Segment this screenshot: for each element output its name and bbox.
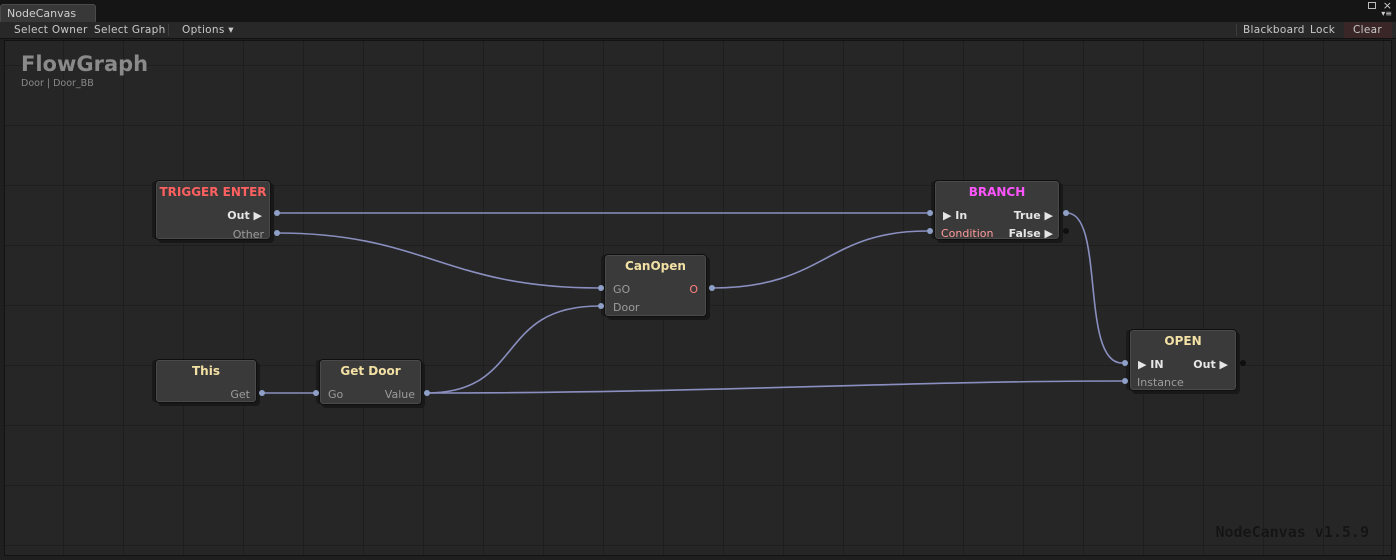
wire-getdoor-value-to-canopen-door[interactable] [426,305,600,394]
window-menu-icon[interactable]: ▾≡ [1381,10,1392,18]
graph-canvas[interactable]: FlowGraph Door | Door_BB TRIGGER ENTER O… [4,40,1392,556]
nodecanvas-window: NodeCanvas × ▾≡ Select Owner Select Grap… [0,0,1396,560]
wire-branch-true-to-open-in[interactable] [1066,212,1123,364]
node-title: Get Door [340,364,401,378]
port-out: Out ▶ [227,209,262,222]
title-bar: NodeCanvas × ▾≡ [0,0,1396,23]
port-condition: Condition [941,227,994,240]
node-branch[interactable]: BRANCH ▶ In Condition True ▶ False ▶ [934,180,1060,240]
options-dropdown[interactable]: Options ▾ [176,22,240,38]
port-false: False ▶ [1008,227,1053,240]
port-instance: Instance [1137,376,1184,389]
window-tab[interactable]: NodeCanvas [0,4,96,22]
port-handle-value[interactable] [424,390,430,396]
port-handle-instance[interactable] [1122,378,1128,384]
port-go: Go [328,388,344,401]
port-handle-in[interactable] [1122,360,1128,366]
toolbar: Select Owner Select Graph Options ▾ Blac… [0,22,1396,39]
node-title: OPEN [1164,334,1202,348]
port-handle-result[interactable] [709,285,715,291]
port-result: O [689,283,698,296]
node-title: This [192,364,220,378]
port-true: True ▶ [1013,209,1053,222]
node-title: BRANCH [968,185,1026,199]
select-owner-button[interactable]: Select Owner [8,22,94,38]
port-handle-get[interactable] [259,390,265,396]
port-value: Value [384,388,415,401]
node-trigger-enter[interactable]: TRIGGER ENTER Out ▶ Other [155,180,271,241]
port-handle-false[interactable] [1063,228,1069,234]
version-watermark: NodeCanvas v1.5.9 [1215,523,1369,541]
port-in: ▶ In [943,209,968,222]
node-can-open[interactable]: CanOpen GO Door O [604,254,707,317]
port-handle-true[interactable] [1063,210,1069,216]
wire-canopen-out-to-branch-condition[interactable] [711,230,928,289]
port-door: Door [613,301,640,314]
port-in: ▶ IN [1138,358,1164,371]
node-title: CanOpen [625,259,686,273]
port-handle-out[interactable] [274,210,280,216]
port-out: Out ▶ [1193,358,1228,371]
port-handle-door[interactable] [598,303,604,309]
port-go: GO [613,283,631,296]
wire-trigger-other-to-canopen-go[interactable] [276,232,600,289]
lock-button[interactable]: Lock [1304,22,1341,38]
node-open[interactable]: OPEN ▶ IN Instance Out ▶ [1129,329,1237,391]
port-handle-condition[interactable] [927,228,933,234]
wire-getdoor-value-to-open-instance[interactable] [426,380,1123,394]
port-handle-go[interactable] [313,390,319,396]
port-get: Get [230,388,250,401]
node-get-door[interactable]: Get Door Go Value [319,359,422,405]
maximize-icon[interactable] [1368,2,1376,9]
port-handle-go[interactable] [598,285,604,291]
port-other: Other [232,228,264,241]
clear-button[interactable]: Clear [1344,22,1392,38]
node-title: TRIGGER ENTER [159,185,267,199]
node-this[interactable]: This Get [155,359,257,403]
select-graph-button[interactable]: Select Graph [88,22,172,38]
port-handle-out[interactable] [1240,360,1246,366]
toolbar-divider [168,24,169,36]
port-handle-in[interactable] [927,210,933,216]
port-handle-other[interactable] [274,230,280,236]
blackboard-button[interactable]: Blackboard [1237,22,1311,38]
